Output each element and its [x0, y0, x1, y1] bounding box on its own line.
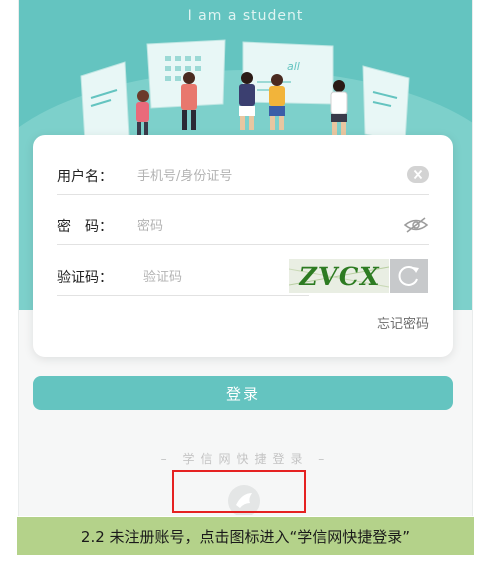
caption-bar: 2.2 未注册账号，点击图标进入“学信网快捷登录”	[17, 517, 474, 555]
captcha-input[interactable]	[143, 266, 293, 288]
username-row: 用户名：	[57, 161, 429, 195]
eye-hidden-icon[interactable]	[403, 215, 429, 235]
login-card: 用户名： 密 码： 验证码：	[33, 135, 453, 357]
caption-text: 2.2 未注册账号，点击图标进入“学信网快捷登录”	[80, 528, 411, 546]
password-row: 密 码：	[57, 211, 429, 245]
quick-login-divider: – 学信网快捷登录 –	[160, 452, 331, 466]
captcha-image[interactable]: ZVCX	[289, 259, 389, 293]
username-input[interactable]	[137, 165, 377, 187]
board-label: all	[287, 60, 300, 73]
captcha-code: ZVCX	[296, 262, 382, 291]
login-screen: I am a student all 用户名： 手机号/身份证号 密 码： 验证…	[18, 0, 473, 516]
highlight-box	[172, 470, 306, 513]
username-label: 用户名：	[57, 169, 113, 185]
clear-icon[interactable]	[407, 166, 429, 183]
header-tagline: I am a student	[187, 8, 304, 24]
students-illustration: all	[80, 39, 410, 142]
captcha-label: 验证码：	[57, 270, 113, 286]
forgot-password-link[interactable]: 忘记密码	[377, 313, 429, 332]
login-button[interactable]: 登录	[33, 376, 453, 410]
refresh-icon[interactable]	[390, 259, 428, 293]
password-input[interactable]	[137, 215, 377, 237]
password-label: 密 码：	[57, 219, 113, 235]
